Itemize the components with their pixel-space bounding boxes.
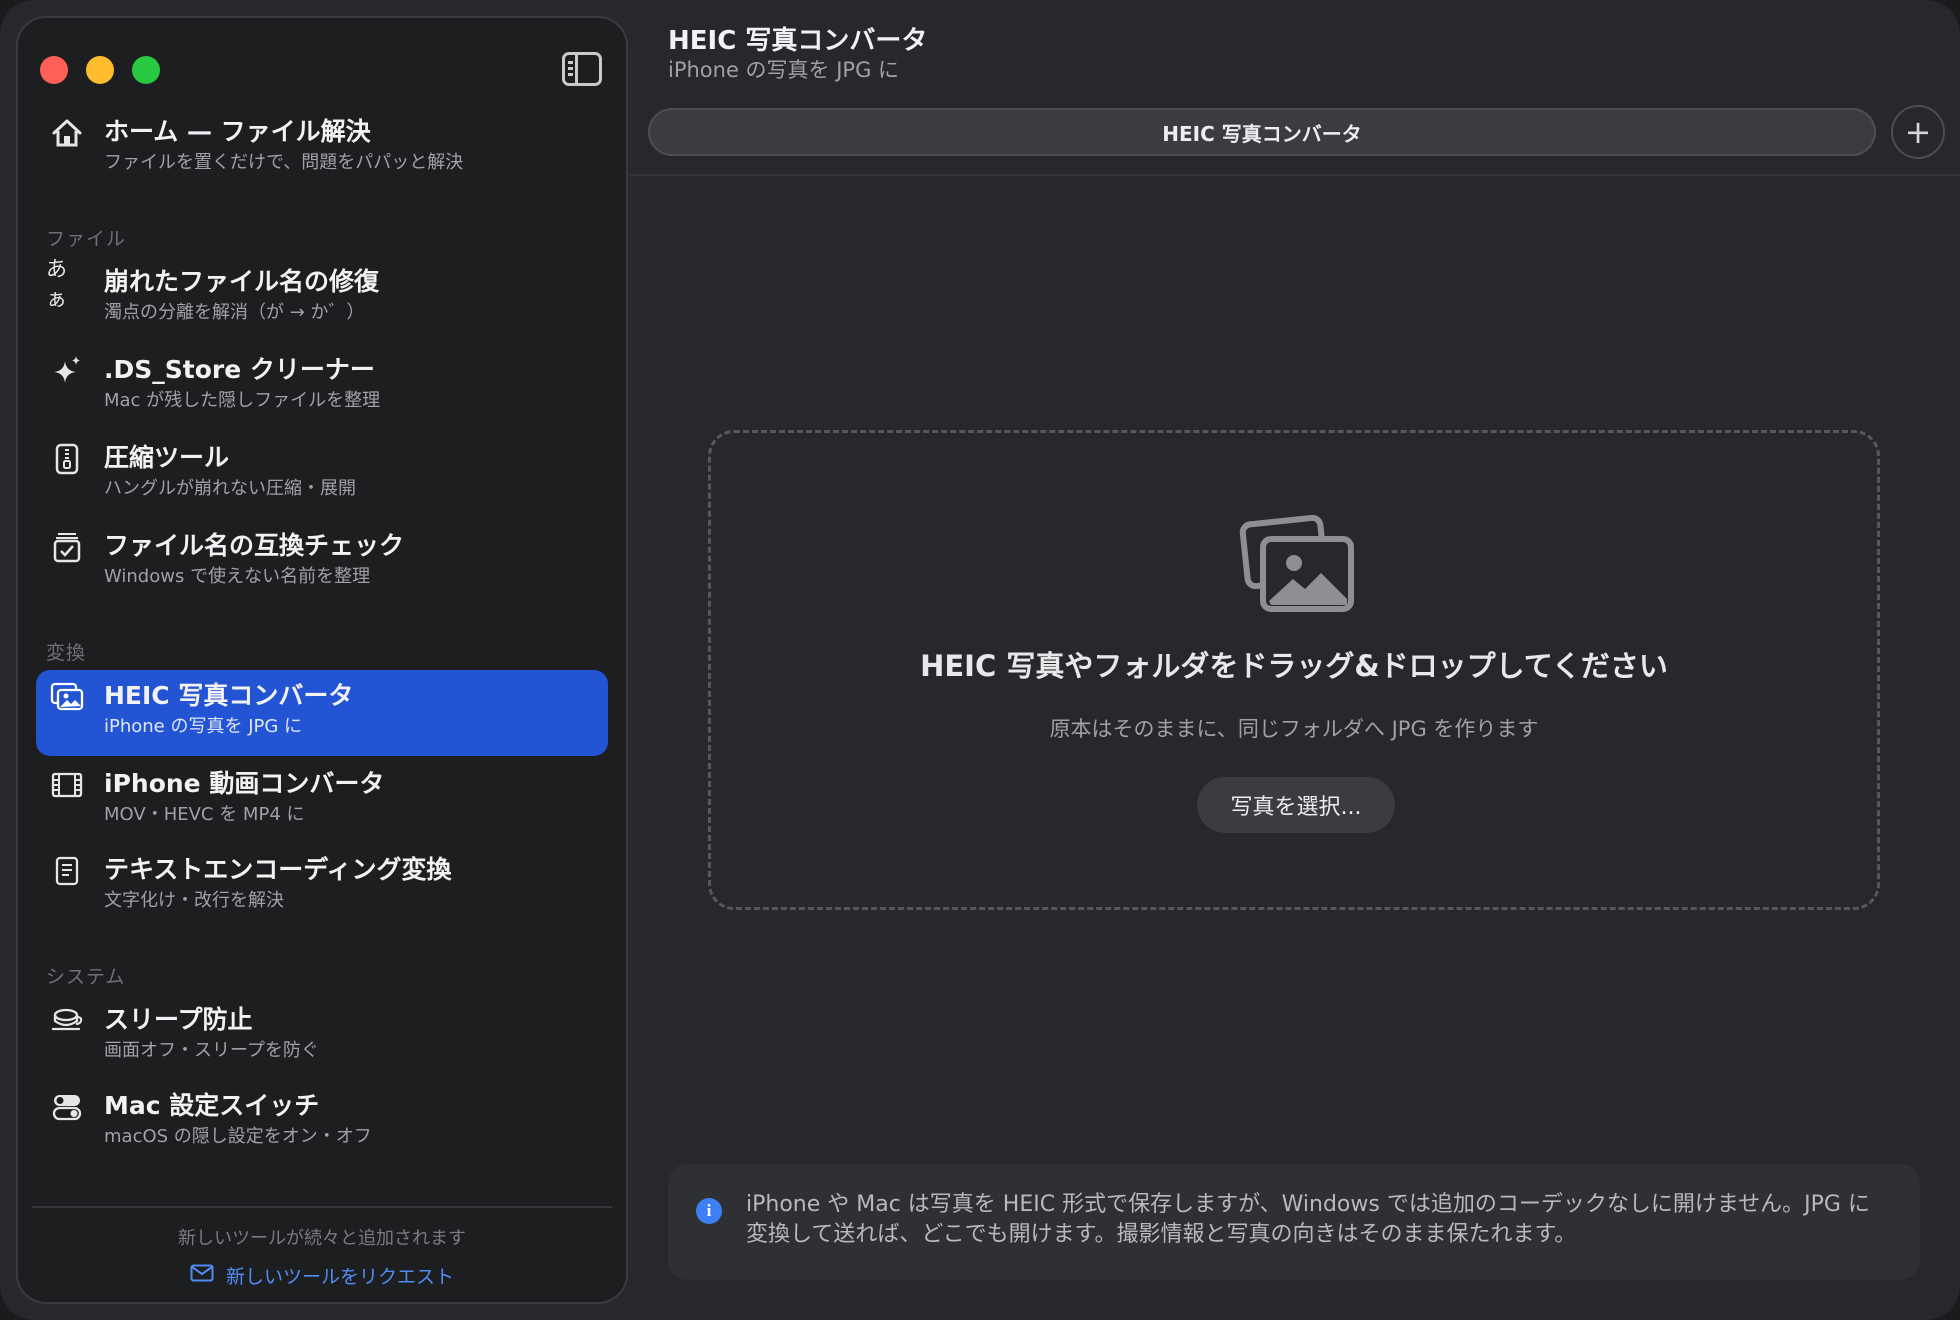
sidebar-item-mac-settings[interactable]: Mac 設定スイッチ macOS の隠し設定をオン・オフ: [36, 1080, 608, 1166]
info-text: iPhone や Mac は写真を HEIC 形式で保存しますが、Windows…: [746, 1192, 1870, 1247]
page-title: HEIC 写真コンバータ: [668, 26, 928, 56]
sidebar-item-subtitle: 文字化け・改行を解決: [104, 890, 284, 911]
sidebar-item-heic-converter[interactable]: HEIC 写真コンバータ iPhone の写真を JPG に: [36, 670, 608, 756]
sidebar-item-ds-store-cleaner[interactable]: .DS_Store クリーナー Mac が残した隠しファイルを整理: [36, 344, 608, 430]
sidebar-item-subtitle: MOV・HEVC を MP4 に: [104, 804, 305, 825]
sidebar-item-title: テキストエンコーディング変換: [104, 855, 452, 884]
sidebar-item-title: iPhone 動画コンバータ: [104, 769, 385, 798]
sidebar-item-subtitle: iPhone の写真を JPG に: [104, 716, 303, 737]
sidebar-footer-note: 新しいツールが続々と追加されます: [178, 1228, 466, 1249]
drop-zone-title: HEIC 写真やフォルダをドラッグ&ドロップしてください: [920, 649, 1668, 683]
zipper-icon: [50, 442, 84, 476]
switches-icon: [50, 1090, 84, 1124]
tab-heic-converter[interactable]: HEIC 写真コンバータ: [648, 108, 1876, 156]
request-tool-label: 新しいツールをリクエスト: [225, 1266, 454, 1288]
sidebar-item-title: .DS_Store クリーナー: [104, 355, 375, 384]
sparkles-icon: [50, 354, 84, 388]
info-icon: i: [696, 1198, 722, 1224]
photos-icon: [1239, 514, 1359, 615]
info-box: i iPhone や Mac は写真を HEIC 形式で保存しますが、Windo…: [668, 1164, 1920, 1280]
close-window-button[interactable]: [40, 56, 68, 84]
page-subtitle: iPhone の写真を JPG に: [668, 58, 900, 82]
select-photos-button[interactable]: 写真を選択...: [1197, 777, 1395, 833]
sidebar-item-subtitle: macOS の隠し設定をオン・オフ: [104, 1126, 372, 1147]
sidebar-item-title: HEIC 写真コンバータ: [104, 681, 354, 710]
sidebar-item-subtitle: Windows で使えない名前を整理: [104, 566, 371, 587]
sidebar-item-title: スリープ防止: [104, 1005, 253, 1034]
cup-icon: [50, 1004, 84, 1038]
section-label-files: ファイル: [46, 228, 127, 250]
sidebar-item-title: Mac 設定スイッチ: [104, 1091, 320, 1120]
sidebar-item-filename-repair[interactable]: あぁ 崩れたファイル名の修復 濁点の分離を解消（が → か゛）: [36, 256, 608, 342]
sidebar-item-compat-check[interactable]: ファイル名の互換チェック Windows で使えない名前を整理: [36, 520, 608, 606]
sidebar-item-title: 崩れたファイル名の修復: [104, 267, 380, 296]
window-controls: [40, 56, 160, 84]
add-tab-button[interactable]: +: [1891, 105, 1945, 159]
zoom-window-button[interactable]: [132, 56, 160, 84]
kana-icon: あぁ: [46, 257, 67, 311]
app-window: ホーム — ファイル解決 ファイルを置くだけで、問題をパパッと解決 ファイル あ…: [0, 0, 1960, 1320]
sidebar-item-sleep-prevention[interactable]: スリープ防止 画面オフ・スリープを防ぐ: [36, 994, 608, 1080]
toolbar-divider: [630, 174, 1960, 176]
sidebar-item-compression[interactable]: 圧縮ツール ハングルが崩れない圧縮・展開: [36, 432, 608, 518]
sidebar-item-subtitle: 濁点の分離を解消（が → か゛）: [104, 302, 365, 323]
sidebar-item-subtitle: Mac が残した隠しファイルを整理: [104, 390, 381, 411]
sidebar-item-home[interactable]: ホーム — ファイル解決 ファイルを置くだけで、問題をパパッと解決: [36, 106, 608, 192]
sidebar-divider: [32, 1206, 612, 1208]
sidebar-item-title: ファイル名の互換チェック: [104, 531, 405, 560]
house-icon: [50, 116, 84, 150]
photos-icon: [50, 680, 84, 714]
sidebar-item-video-converter[interactable]: iPhone 動画コンバータ MOV・HEVC を MP4 に: [36, 758, 608, 844]
minimize-window-button[interactable]: [86, 56, 114, 84]
section-label-convert: 変換: [46, 642, 87, 664]
sidebar-item-subtitle: 画面オフ・スリープを防ぐ: [104, 1040, 319, 1061]
drop-zone-subtitle: 原本はそのままに、同じフォルダへ JPG を作ります: [1049, 717, 1539, 741]
sidebar-item-title: 圧縮ツール: [104, 443, 230, 472]
sidebar-toggle-icon[interactable]: [562, 52, 602, 86]
envelope-icon: [190, 1264, 214, 1287]
sidebar: ホーム — ファイル解決 ファイルを置くだけで、問題をパパッと解決 ファイル あ…: [16, 16, 628, 1304]
sidebar-item-title: ホーム — ファイル解決: [104, 117, 371, 146]
checklist-icon: [50, 530, 84, 564]
film-icon: [50, 768, 84, 802]
sidebar-item-subtitle: ファイルを置くだけで、問題をパパッと解決: [104, 152, 464, 173]
request-tool-link[interactable]: 新しいツールをリクエスト: [18, 1262, 626, 1289]
sidebar-item-subtitle: ハングルが崩れない圧縮・展開: [104, 478, 356, 499]
sidebar-item-text-encoding[interactable]: テキストエンコーディング変換 文字化け・改行を解決: [36, 844, 608, 930]
section-label-system: システム: [46, 966, 126, 988]
document-icon: [50, 854, 84, 888]
drop-zone[interactable]: HEIC 写真やフォルダをドラッグ&ドロップしてください 原本はそのままに、同じ…: [708, 430, 1880, 910]
